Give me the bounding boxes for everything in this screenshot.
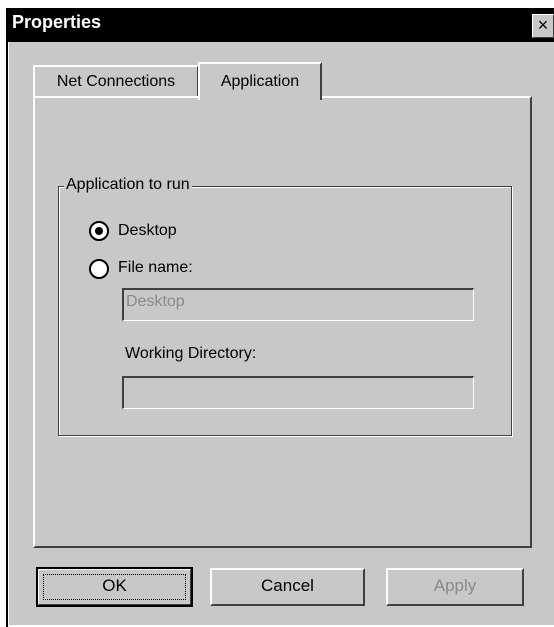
working-directory-label: Working Directory: bbox=[125, 345, 257, 362]
window-title: Properties bbox=[12, 12, 102, 32]
file-name-field[interactable]: Desktop bbox=[122, 288, 474, 321]
cancel-button[interactable]: Cancel bbox=[210, 568, 365, 606]
radio-selected-dot bbox=[95, 227, 103, 235]
working-directory-field[interactable] bbox=[122, 376, 474, 409]
focus-rectangle bbox=[43, 574, 186, 600]
desktop-radio[interactable] bbox=[89, 221, 109, 241]
tab-label: Net Connections bbox=[56, 73, 176, 90]
tab-application[interactable]: Application bbox=[198, 62, 322, 100]
close-button[interactable]: × bbox=[532, 14, 554, 38]
ok-button[interactable]: OK bbox=[36, 567, 193, 607]
cancel-button-label: Cancel bbox=[261, 576, 314, 595]
apply-button[interactable]: Apply bbox=[386, 568, 524, 606]
title-bar[interactable]: Properties × bbox=[8, 8, 554, 42]
tab-net-connections[interactable]: Net Connections bbox=[33, 65, 199, 99]
group-legend: Application to run bbox=[64, 176, 192, 194]
file-name-radio-label[interactable]: File name: bbox=[118, 259, 193, 277]
desktop-radio-label[interactable]: Desktop bbox=[118, 222, 177, 240]
tab-label: Application bbox=[220, 73, 300, 90]
close-icon: × bbox=[537, 15, 549, 35]
apply-button-label: Apply bbox=[433, 576, 477, 595]
file-name-radio[interactable] bbox=[89, 259, 109, 279]
